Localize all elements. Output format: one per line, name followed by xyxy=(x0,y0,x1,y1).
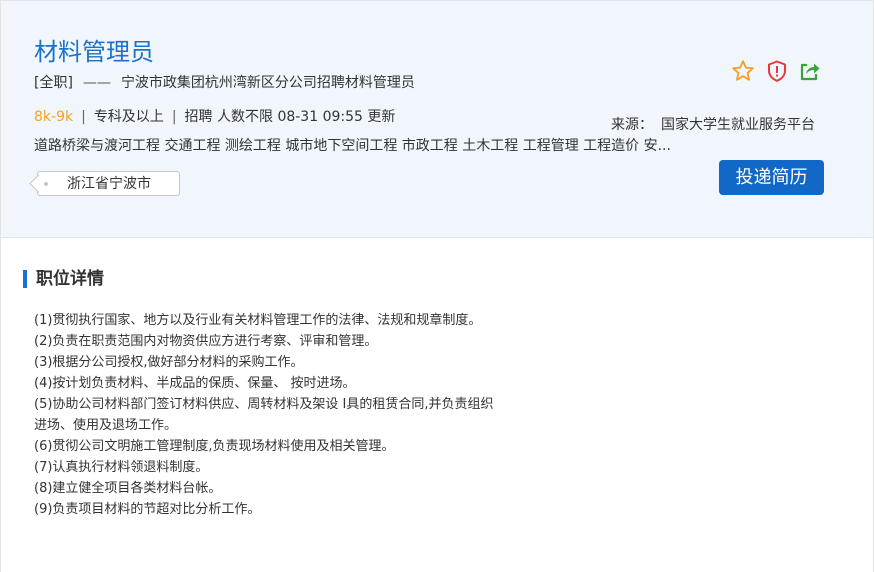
duty-item: (4)按计划负责材料、半成品的保质、保量、 按时进场。 xyxy=(34,376,356,391)
company-posting: 宁波市政集团杭州湾新区分公司招聘材料管理员 xyxy=(120,75,415,91)
duty-item: 进场、使用及退场工作。 xyxy=(34,418,178,433)
source: 来源： 国家大学生就业服务平台 xyxy=(611,115,815,135)
apply-resume-button[interactable]: 投递简历 xyxy=(719,160,824,195)
headcount: 招聘 人数不限 xyxy=(184,109,273,125)
job-subtitle: [全职] —— 宁波市政集团杭州湾新区分公司招聘材料管理员 xyxy=(34,73,415,93)
meta-separator: | xyxy=(81,109,86,125)
tag-hole xyxy=(44,182,48,186)
majors-list: 道路桥梁与渡河工程 交通工程 测绘工程 城市地下空间工程 市政工程 土木工程 工… xyxy=(34,138,671,154)
duty-item: (2)负责在职责范围内对物资供应方进行考察、评审和管理。 xyxy=(34,334,378,349)
section-title: 职位详情 xyxy=(36,269,104,289)
salary: 8k-9k xyxy=(34,109,74,125)
star-outline-icon[interactable] xyxy=(731,59,755,83)
duty-item: (8)建立健全项目各类材料台帐。 xyxy=(34,481,222,496)
subtitle-dash: —— xyxy=(82,75,111,91)
job-detail-page: 材料管理员 [全职] —— 宁波市政集团杭州湾新区分公司招聘材料管理员 8k-9k |… xyxy=(0,0,874,572)
duty-item: (1)贯彻执行国家、地方以及行业有关材料管理工作的法律、法规和规章制度。 xyxy=(34,313,482,328)
duty-item: (3)根据分公司授权,做好部分材料的采购工作。 xyxy=(34,355,304,370)
duty-item: (6)贯彻公司文明施工管理制度,负责现场材料使用及相关管理。 xyxy=(34,439,395,454)
meta-separator: | xyxy=(171,109,177,125)
location-text: 浙江省宁波市 xyxy=(67,176,151,192)
duty-item: (5)协助公司材料部门签订材料供应、周转材料及架设 I具的租赁合同,并负责组织 xyxy=(34,397,494,412)
education: 专科及以上 xyxy=(93,109,164,125)
share-icon[interactable] xyxy=(798,59,822,83)
location-tag: 浙江省宁波市 xyxy=(29,171,180,196)
job-meta: 8k-9k | 专科及以上 | 招聘 人数不限 08-31 09:55 更新 xyxy=(34,107,395,127)
job-type-tag: [全职] xyxy=(34,75,73,91)
duties-list: (1)贯彻执行国家、地方以及行业有关材料管理工作的法律、法规和规章制度。 (2)… xyxy=(34,310,594,520)
shield-alert-icon[interactable] xyxy=(765,59,789,83)
section-accent-bar xyxy=(23,270,27,288)
job-title: 材料管理员 xyxy=(34,38,154,66)
source-value: 国家大学生就业服务平台 xyxy=(661,117,815,133)
duty-item: (9)负责项目材料的节超对比分析工作。 xyxy=(34,502,261,517)
source-label: 来源： xyxy=(611,117,653,133)
duty-item: (7)认真执行材料领退料制度。 xyxy=(34,460,209,475)
job-header: 材料管理员 [全职] —— 宁波市政集团杭州湾新区分公司招聘材料管理员 8k-9k |… xyxy=(1,0,873,238)
job-actions xyxy=(731,59,823,85)
update-time: 08-31 09:55 更新 xyxy=(277,109,396,125)
